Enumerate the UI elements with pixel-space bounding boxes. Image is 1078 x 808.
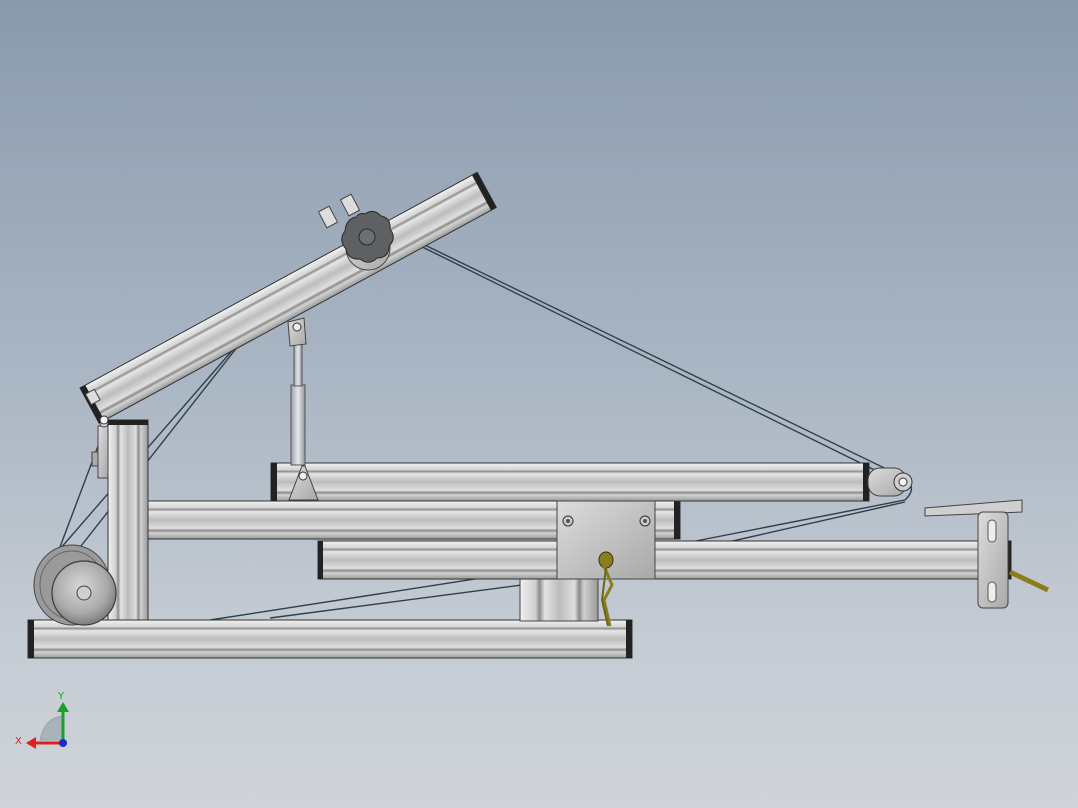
triad-z-axis xyxy=(59,739,67,747)
cable-to-base xyxy=(269,579,561,619)
triad-y-label: Y xyxy=(57,691,65,702)
post-bolts xyxy=(91,418,109,479)
star-knob[interactable] xyxy=(341,210,394,263)
lower-slide-extrusion xyxy=(317,540,1012,580)
coordinate-triad: X Y xyxy=(15,691,69,749)
arm-hinge xyxy=(99,415,109,425)
cad-viewport[interactable]: X Y xyxy=(0,0,1078,808)
pedal-pin xyxy=(1008,569,1050,593)
cad-model-view[interactable]: X Y xyxy=(0,0,1078,808)
cable-top-to-roller-2 xyxy=(399,235,904,485)
cable-top-to-roller xyxy=(397,231,906,479)
pulley-wheel-assembly[interactable] xyxy=(33,544,117,626)
locking-pin[interactable] xyxy=(598,551,614,627)
triad-x-label: X xyxy=(15,736,22,747)
base-extrusion xyxy=(27,619,633,659)
upper-extrusion xyxy=(270,462,870,502)
cable-roller[interactable] xyxy=(867,467,913,497)
center-support-post xyxy=(519,574,599,622)
tilting-arm[interactable] xyxy=(79,171,497,424)
pulley-hub xyxy=(76,585,92,601)
